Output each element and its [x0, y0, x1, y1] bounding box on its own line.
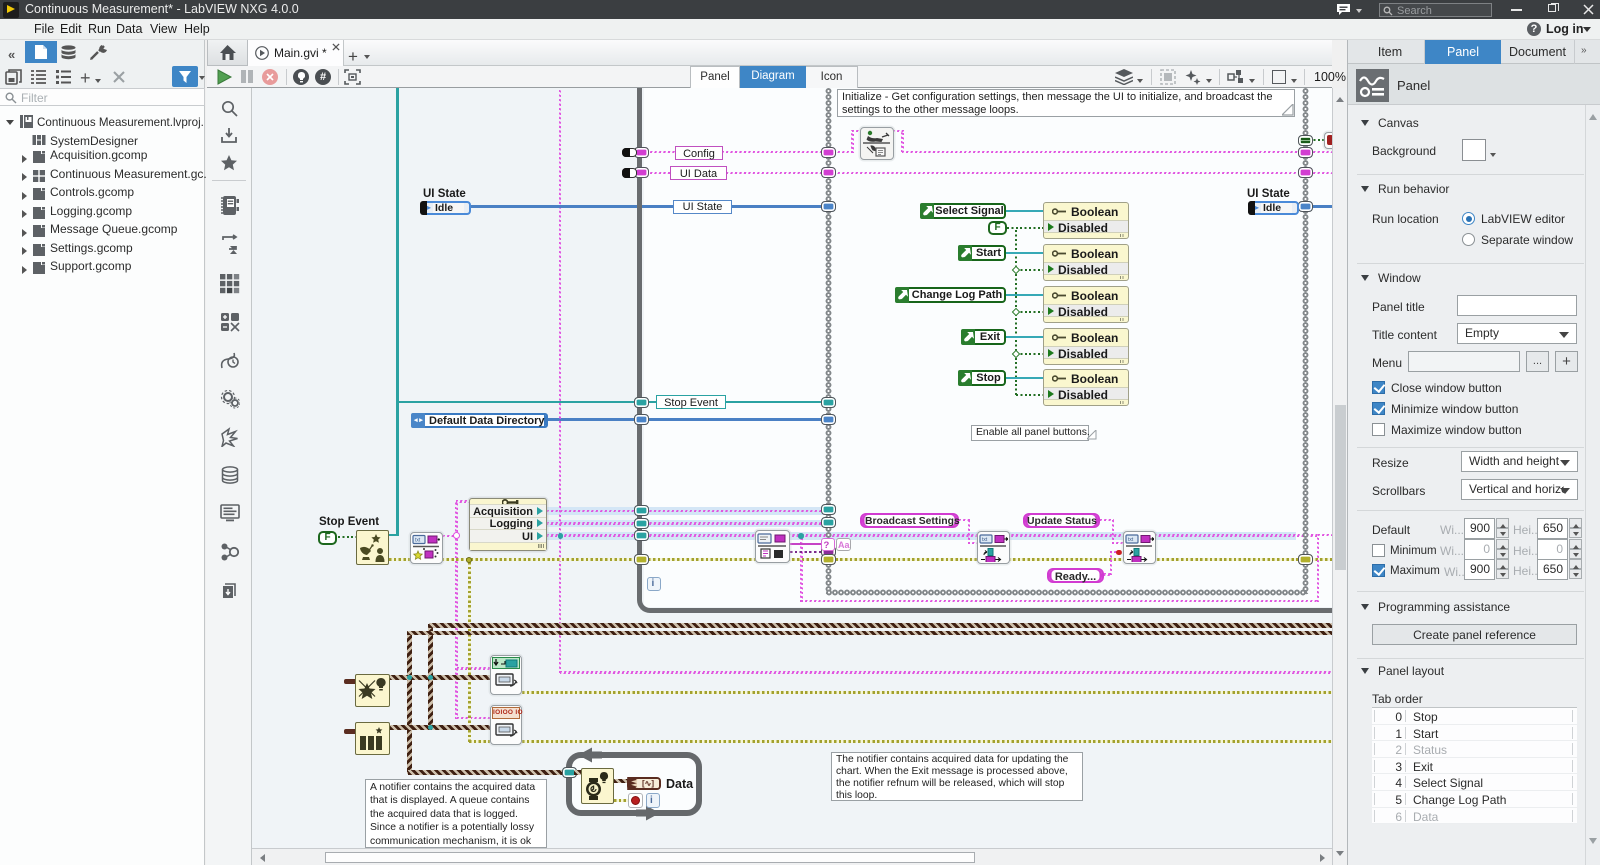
svg-text:txt: txt — [415, 537, 421, 543]
svg-text:txt: txt — [1128, 537, 1134, 543]
svg-text:txt: txt — [982, 537, 988, 543]
